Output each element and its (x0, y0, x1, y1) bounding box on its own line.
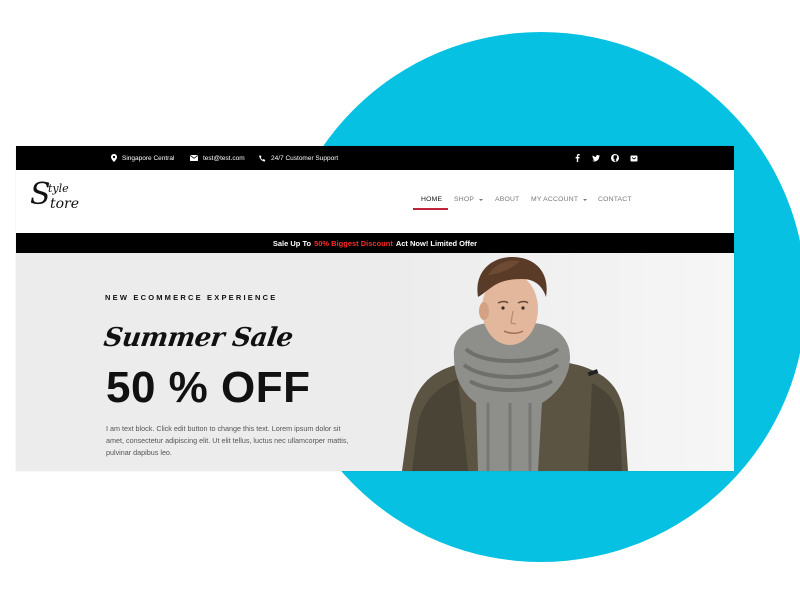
chevron-down-icon (479, 198, 484, 201)
support-text: 24/7 Customer Support (271, 154, 339, 162)
hero-headline: 50 % OFF (106, 363, 311, 412)
hero-script-title: Summer Sale (101, 323, 295, 353)
top-info-bar: Singapore Central test@test.com 24/7 Cus… (16, 146, 734, 170)
facebook-icon[interactable] (573, 154, 581, 162)
logo-word-1: tyle (48, 182, 69, 195)
nav-about-label: ABOUT (495, 196, 520, 203)
map-pin-icon (111, 154, 117, 162)
hero-body-text: I am text block. Click edit button to ch… (106, 424, 349, 457)
social-links (573, 146, 638, 170)
location-info: Singapore Central (111, 146, 174, 170)
location-text: Singapore Central (122, 154, 175, 162)
bag-icon[interactable] (630, 154, 638, 162)
model-photo (392, 253, 734, 471)
promo-bar: Sale Up To 50% Biggest Discount Act Now!… (16, 233, 734, 253)
main-nav: HOME SHOP ABOUT MY ACCOUNT CONTACT (16, 196, 734, 210)
phone-icon (259, 154, 266, 162)
nav-home-label: HOME (421, 196, 443, 203)
hero-eyebrow: NEW ECOMMERCE EXPERIENCE (105, 293, 278, 302)
support-info[interactable]: 24/7 Customer Support (259, 146, 338, 170)
nav-contact-label: CONTACT (598, 196, 632, 203)
nav-about[interactable]: ABOUT (495, 196, 519, 203)
website-preview: Singapore Central test@test.com 24/7 Cus… (16, 146, 734, 471)
github-icon[interactable] (611, 154, 619, 162)
promo-prefix: Sale Up To (272, 238, 312, 248)
nav-account-label: MY ACCOUNT (531, 196, 579, 203)
site-header: S tyle tore HOME SHOP ABOUT MY ACCOUNT C… (16, 170, 734, 233)
envelope-icon (190, 155, 198, 161)
active-nav-underline (413, 208, 448, 210)
email-info[interactable]: test@test.com (190, 146, 245, 170)
promo-highlight: 50% Biggest Discount (314, 238, 393, 248)
twitter-icon[interactable] (592, 154, 600, 162)
email-text: test@test.com (203, 154, 245, 162)
nav-shop[interactable]: SHOP (454, 196, 484, 203)
nav-home[interactable]: HOME (421, 196, 442, 203)
promo-suffix: Act Now! Limited Offer (395, 238, 478, 248)
nav-shop-label: SHOP (454, 196, 475, 203)
hero-section: NEW ECOMMERCE EXPERIENCE Summer Sale 50 … (16, 253, 734, 471)
nav-contact[interactable]: CONTACT (598, 196, 632, 203)
chevron-down-icon (583, 198, 588, 201)
nav-my-account[interactable]: MY ACCOUNT (531, 196, 588, 203)
